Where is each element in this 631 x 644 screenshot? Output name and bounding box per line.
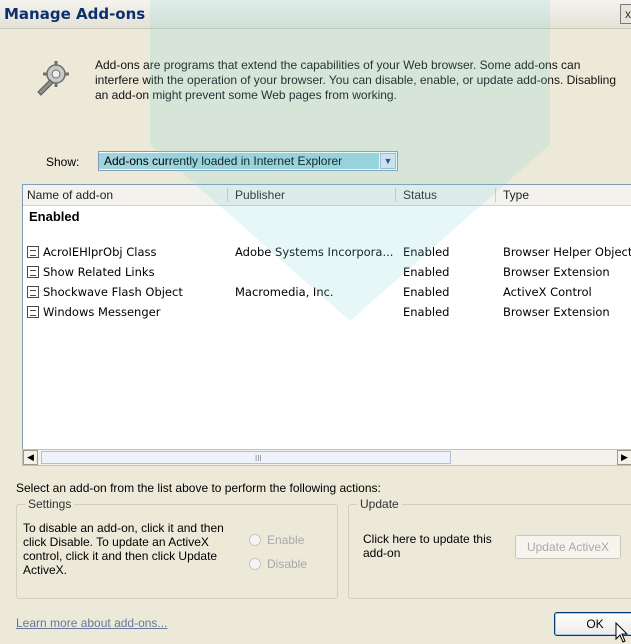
- addon-type: Browser Extension: [503, 305, 610, 319]
- update-text: Click here to update this add-on: [363, 532, 492, 560]
- addons-list[interactable]: Name of add-on Publisher Status Type Ena…: [22, 184, 631, 464]
- disable-label: Disable: [267, 557, 308, 571]
- mouse-pointer-icon: [615, 622, 629, 643]
- enable-label: Enable: [267, 533, 305, 547]
- group-label-enabled: Enabled: [29, 209, 80, 224]
- window-icon: [27, 266, 39, 278]
- show-dropdown-value: Add-ons currently loaded in Internet Exp…: [99, 153, 379, 169]
- scrollbar-thumb[interactable]: III: [41, 451, 451, 464]
- addon-type: Browser Helper Object: [503, 245, 631, 259]
- addon-status: Enabled: [403, 245, 450, 259]
- settings-group: Settings To disable an add-on, click it …: [16, 497, 338, 599]
- radio-icon: [249, 534, 261, 546]
- update-group: Update Click here to update this add-on …: [348, 497, 631, 599]
- column-header-name[interactable]: Name of add-on: [27, 188, 113, 202]
- horizontal-scrollbar[interactable]: ◀ III ▶: [22, 449, 631, 466]
- update-activex-button[interactable]: Update ActiveX: [515, 535, 621, 559]
- chevron-down-icon[interactable]: ▼: [380, 153, 396, 169]
- learn-more-link[interactable]: Learn more about add-ons...: [16, 616, 167, 630]
- gear-wrench-icon: [37, 61, 69, 96]
- addon-type: Browser Extension: [503, 265, 610, 279]
- radio-icon: [249, 558, 261, 570]
- addon-status: Enabled: [403, 285, 450, 299]
- table-row[interactable]: AcroIEHlprObj Class Adobe Systems Incorp…: [23, 243, 631, 263]
- column-separator[interactable]: [495, 188, 496, 202]
- addon-publisher: Adobe Systems Incorpora...: [235, 245, 394, 259]
- settings-text: To disable an add-on, click it and then …: [23, 521, 224, 577]
- scroll-right-icon[interactable]: ▶: [617, 450, 631, 465]
- column-header-publisher[interactable]: Publisher: [235, 188, 285, 202]
- column-header-status[interactable]: Status: [403, 188, 437, 202]
- addon-publisher: Macromedia, Inc.: [235, 285, 334, 299]
- addon-name: AcroIEHlprObj Class: [43, 245, 157, 259]
- show-dropdown[interactable]: Add-ons currently loaded in Internet Exp…: [98, 151, 398, 171]
- show-label: Show:: [46, 155, 80, 169]
- scroll-left-icon[interactable]: ◀: [23, 450, 38, 465]
- dialog-body: Add-ons are programs that extend the cap…: [8, 30, 631, 643]
- settings-legend: Settings: [25, 497, 75, 511]
- instructions-text: Select an add-on from the list above to …: [16, 481, 381, 495]
- table-row[interactable]: Shockwave Flash Object Macromedia, Inc. …: [23, 283, 631, 303]
- update-legend: Update: [357, 497, 402, 511]
- column-header-type[interactable]: Type: [503, 188, 529, 202]
- addon-name: Shockwave Flash Object: [43, 285, 183, 299]
- addon-status: Enabled: [403, 265, 450, 279]
- addon-name: Show Related Links: [43, 265, 155, 279]
- window-icon: [27, 246, 39, 258]
- column-separator[interactable]: [227, 188, 228, 202]
- addon-name: Windows Messenger: [43, 305, 161, 319]
- description-text: Add-ons are programs that extend the cap…: [95, 58, 617, 102]
- column-separator[interactable]: [395, 188, 396, 202]
- close-icon[interactable]: x: [620, 4, 631, 24]
- list-header: Name of add-on Publisher Status Type: [23, 185, 631, 206]
- window-icon: [27, 286, 39, 298]
- table-row[interactable]: Windows Messenger Enabled Browser Extens…: [23, 303, 631, 323]
- addon-type: ActiveX Control: [503, 285, 592, 299]
- window-title: Manage Add-ons: [4, 5, 146, 23]
- table-row[interactable]: Show Related Links Enabled Browser Exten…: [23, 263, 631, 283]
- title-bar: Manage Add-ons x: [0, 0, 631, 29]
- window-icon: [27, 306, 39, 318]
- addon-status: Enabled: [403, 305, 450, 319]
